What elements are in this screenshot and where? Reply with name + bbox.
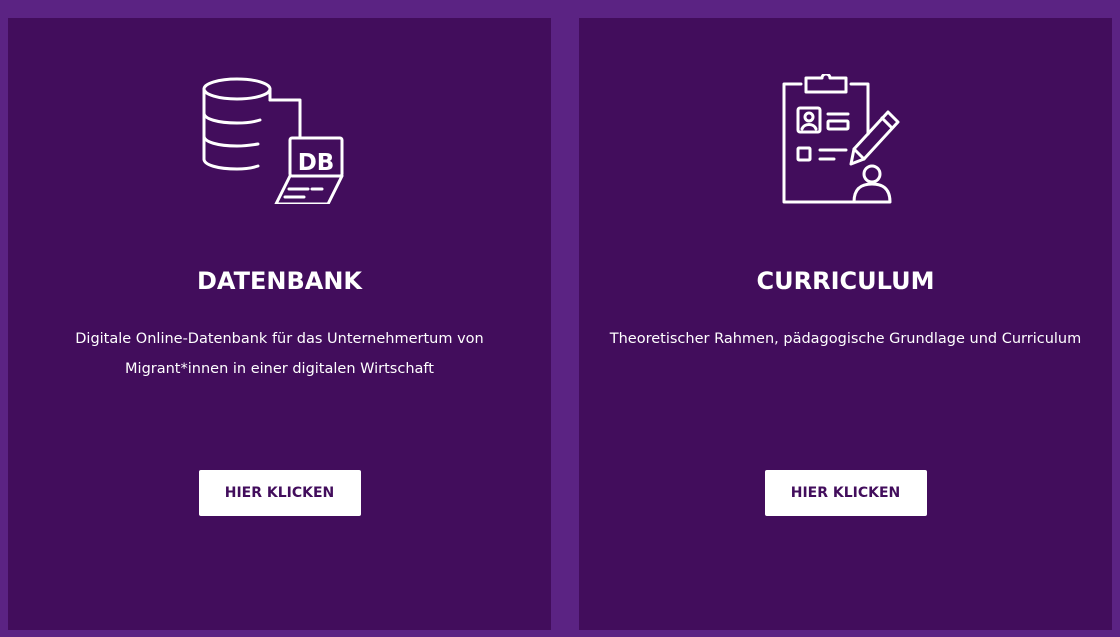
card-title: CURRICULUM <box>756 267 935 295</box>
curriculum-hier-klicken-button[interactable]: HIER KLICKEN <box>764 470 927 516</box>
db-icon-label: DB <box>297 150 334 176</box>
card-description: Theoretischer Rahmen, pädagogische Grund… <box>609 331 1082 347</box>
database-laptop-icon: DB <box>200 74 360 204</box>
datenbank-hier-klicken-button[interactable]: HIER KLICKEN <box>198 470 361 516</box>
curriculum-card: CURRICULUM Theoretischer Rahmen, pädagog… <box>579 18 1112 630</box>
card-description: Digitale Online-Datenbank für das Untern… <box>75 331 484 377</box>
datenbank-card: DB DATENBANK Digitale Online-Datenbank f… <box>8 18 551 630</box>
clipboard-pen-person-icon <box>776 74 916 204</box>
card-title: DATENBANK <box>196 267 363 295</box>
